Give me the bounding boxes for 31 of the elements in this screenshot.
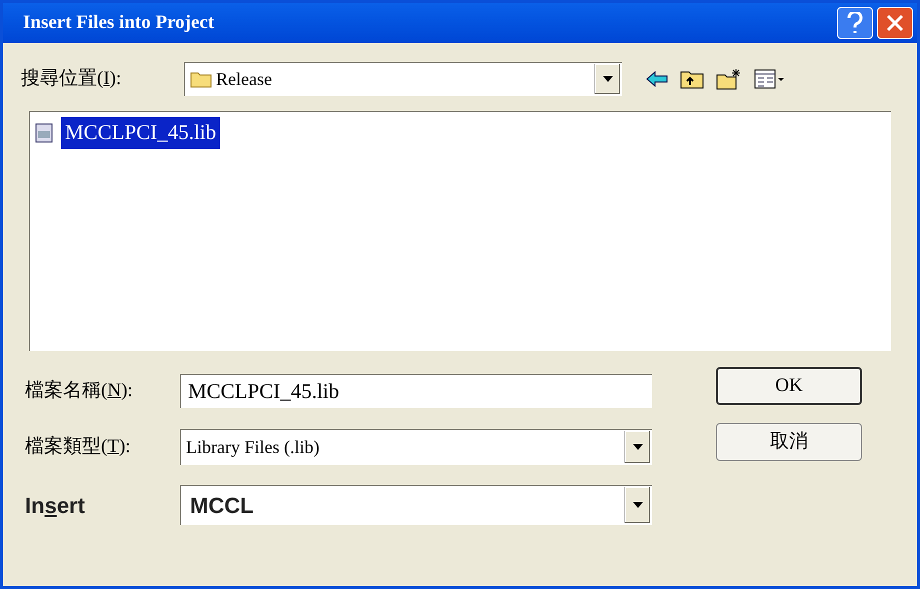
close-icon (886, 14, 904, 32)
caret-icon (632, 444, 642, 450)
window-title: Insert Files into Project (23, 10, 216, 35)
dropdown-value: Library Files (.lib) (185, 436, 320, 459)
file-icon (35, 122, 53, 143)
field-label: 檔案類型(T): (25, 434, 132, 459)
field-label: 檔案名稱(N): (25, 378, 134, 403)
help-button[interactable] (837, 7, 873, 39)
folder-icon (190, 70, 212, 88)
look-in-dropdown[interactable]: Release (184, 62, 622, 96)
file-name[interactable]: MCCLPCI_45.lib (61, 117, 220, 148)
new-folder-icon[interactable] (716, 68, 742, 90)
dialog-button[interactable]: OK (716, 367, 862, 405)
back-arrow-icon[interactable] (646, 71, 668, 87)
insert-dropdown[interactable]: MCCL (180, 485, 652, 525)
up-folder-icon[interactable] (680, 69, 704, 89)
caret-icon (632, 502, 642, 508)
dropdown-button[interactable] (624, 487, 650, 523)
field-label: 搜尋位置(I): (21, 66, 122, 91)
question-icon (847, 12, 863, 34)
dropdown-button[interactable] (594, 64, 620, 94)
caret-icon (602, 76, 612, 82)
close-button[interactable] (877, 7, 913, 39)
dropdown-value: MCCL (189, 492, 255, 520)
field-label: Insert (25, 492, 86, 520)
dropdown-value: Release (216, 68, 272, 90)
dropdown-button[interactable] (624, 431, 650, 463)
file-name-field[interactable]: MCCLPCI_45.lib (180, 374, 652, 408)
view-menu-icon[interactable] (754, 69, 786, 89)
dialog-button[interactable]: 取消 (716, 423, 862, 461)
file-type-dropdown[interactable]: Library Files (.lib) (180, 429, 652, 465)
